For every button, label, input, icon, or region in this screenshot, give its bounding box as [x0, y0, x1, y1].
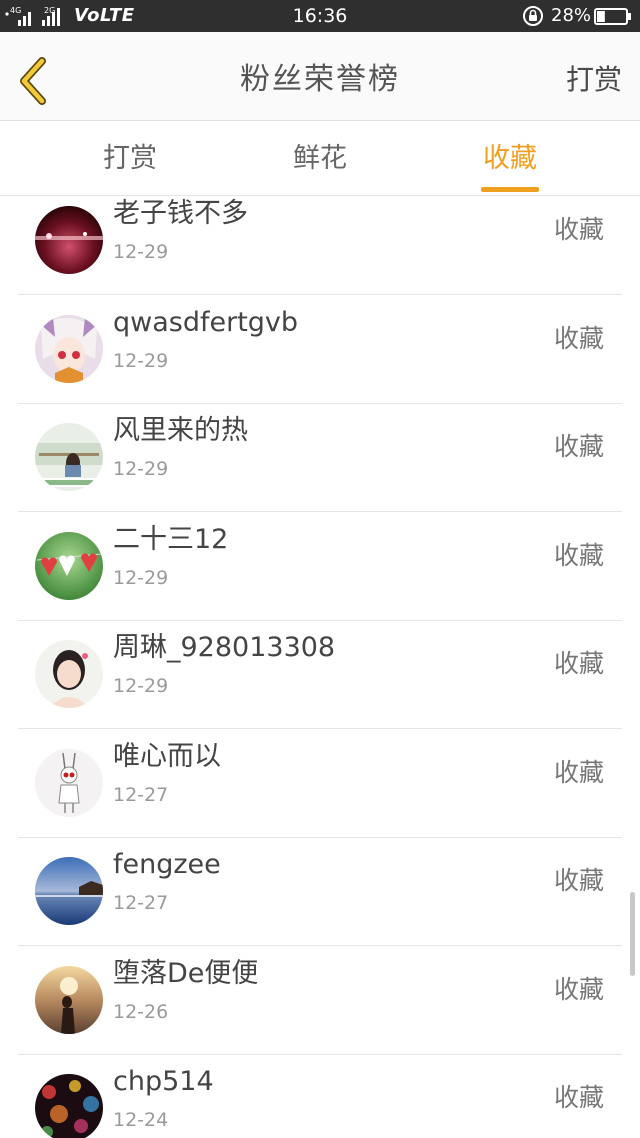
battery-icon	[594, 8, 631, 25]
entry-date: 12-29	[113, 241, 169, 263]
action-label: 收藏	[553, 866, 604, 895]
avatar[interactable]	[35, 314, 103, 383]
user-name: 堕落De便便	[113, 957, 259, 989]
action-label: 收藏	[553, 1083, 604, 1112]
list-item[interactable]: fengzee 12-27 收藏	[18, 837, 622, 946]
battery-percent: 28%	[551, 5, 592, 26]
action-label: 收藏	[553, 215, 604, 244]
header-bar: 粉丝荣誉榜 打赏	[0, 32, 640, 121]
action-label: 收藏	[553, 323, 604, 353]
avatar[interactable]	[35, 965, 103, 1034]
list-item[interactable]: 二十三12 12-29 收藏	[18, 512, 622, 621]
fan-list[interactable]: 老子钱不多 12-29 收藏 qwasdfertgvb 12-29 收藏 风里来的热 12-2…	[0, 196, 640, 1138]
action-label: 收藏	[553, 432, 604, 461]
entry-date: 12-29	[113, 566, 169, 589]
user-name: 风里来的热	[113, 415, 248, 446]
entry-date: 12-27	[113, 892, 169, 914]
active-tab-indicator	[481, 187, 539, 192]
user-name: chp514	[113, 1066, 214, 1097]
avatar[interactable]	[35, 531, 103, 600]
tab-reward[interactable]: 打赏	[103, 139, 157, 179]
action-label: 收藏	[553, 974, 604, 1004]
entry-date: 12-27	[113, 783, 169, 806]
user-name: qwasdfertgvb	[113, 306, 299, 338]
action-label: 收藏	[553, 757, 604, 787]
tab-bar: 打赏 鲜花 收藏	[0, 121, 640, 196]
clock: 16:36	[292, 5, 348, 27]
tab-flowers[interactable]: 鲜花	[293, 139, 347, 179]
avatar[interactable]	[35, 423, 103, 491]
list-item[interactable]: qwasdfertgvb 12-29 收藏	[18, 295, 622, 404]
avatar[interactable]	[35, 857, 103, 925]
list-item[interactable]: 堕落De便便 12-26 收藏	[18, 946, 622, 1055]
action-label: 收藏	[553, 649, 604, 678]
user-name: fengzee	[113, 849, 221, 880]
avatar[interactable]	[35, 206, 103, 274]
entry-date: 12-29	[113, 458, 169, 480]
avatar[interactable]	[35, 1074, 103, 1138]
user-name: 老子钱不多	[113, 198, 248, 229]
user-name: 周琳_928013308	[113, 632, 336, 663]
list-item[interactable]: 老子钱不多 12-29 收藏	[18, 196, 622, 295]
reward-button[interactable]: 打赏	[566, 60, 622, 100]
rotation-lock-icon	[523, 6, 543, 26]
action-label: 收藏	[553, 540, 604, 570]
user-name: 二十三12	[113, 523, 229, 555]
entry-date: 12-29	[113, 349, 169, 372]
page-title: 粉丝荣誉榜	[240, 62, 400, 97]
avatar[interactable]	[35, 640, 103, 708]
user-name: 唯心而以	[113, 740, 221, 772]
avatar[interactable]	[35, 748, 103, 817]
list-item[interactable]: 唯心而以 12-27 收藏	[18, 729, 622, 838]
status-bar: 4G 2G VoLTE 16:36 28%	[0, 0, 640, 32]
scrollbar[interactable]	[630, 892, 635, 976]
list-item[interactable]: chp514 12-24 收藏	[18, 1054, 622, 1138]
tab-favorites[interactable]: 收藏	[483, 139, 537, 179]
entry-date: 12-24	[113, 1109, 169, 1131]
entry-date: 12-29	[113, 675, 169, 697]
list-item[interactable]: 周琳_928013308 12-29 收藏	[18, 620, 622, 729]
entry-date: 12-26	[113, 1000, 169, 1023]
list-item[interactable]: 风里来的热 12-29 收藏	[18, 403, 622, 512]
